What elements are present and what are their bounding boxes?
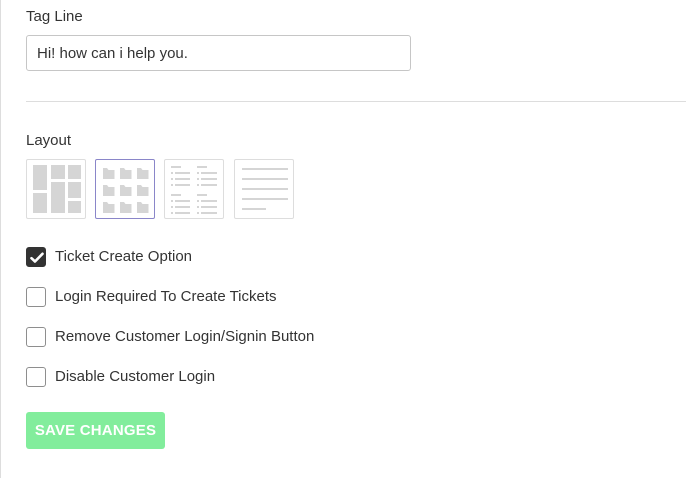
layout-option-tiles[interactable]: [26, 159, 86, 219]
ticket-create-label: Ticket Create Option: [55, 248, 192, 265]
layout-option-folders[interactable]: [95, 159, 155, 219]
disable-customer-login-label: Disable Customer Login: [55, 368, 216, 385]
disable-customer-login-checkbox[interactable]: [26, 367, 46, 387]
layout-option-two-column-list[interactable]: [164, 159, 224, 219]
remove-login-button-checkbox[interactable]: [26, 327, 46, 347]
layout-option-single-list[interactable]: [234, 159, 294, 219]
checkmark-icon: [30, 252, 44, 263]
save-changes-button[interactable]: SAVE CHANGES: [26, 412, 165, 449]
login-required-checkbox[interactable]: [26, 287, 46, 307]
single-column-list-layout-icon: [242, 168, 288, 210]
section-divider: [26, 101, 686, 102]
two-column-tiles-layout-icon: [33, 165, 81, 213]
tagline-input[interactable]: [26, 35, 411, 71]
layout-label: Layout: [26, 132, 72, 149]
login-required-label: Login Required To Create Tickets: [55, 288, 277, 305]
tagline-label: Tag Line: [26, 8, 83, 25]
two-column-list-layout-icon: [171, 166, 217, 214]
panel-left-border: [0, 0, 1, 478]
remove-login-button-label: Remove Customer Login/Signin Button: [55, 328, 315, 345]
folder-grid-layout-icon: [103, 168, 149, 213]
ticket-create-checkbox[interactable]: [26, 247, 46, 267]
